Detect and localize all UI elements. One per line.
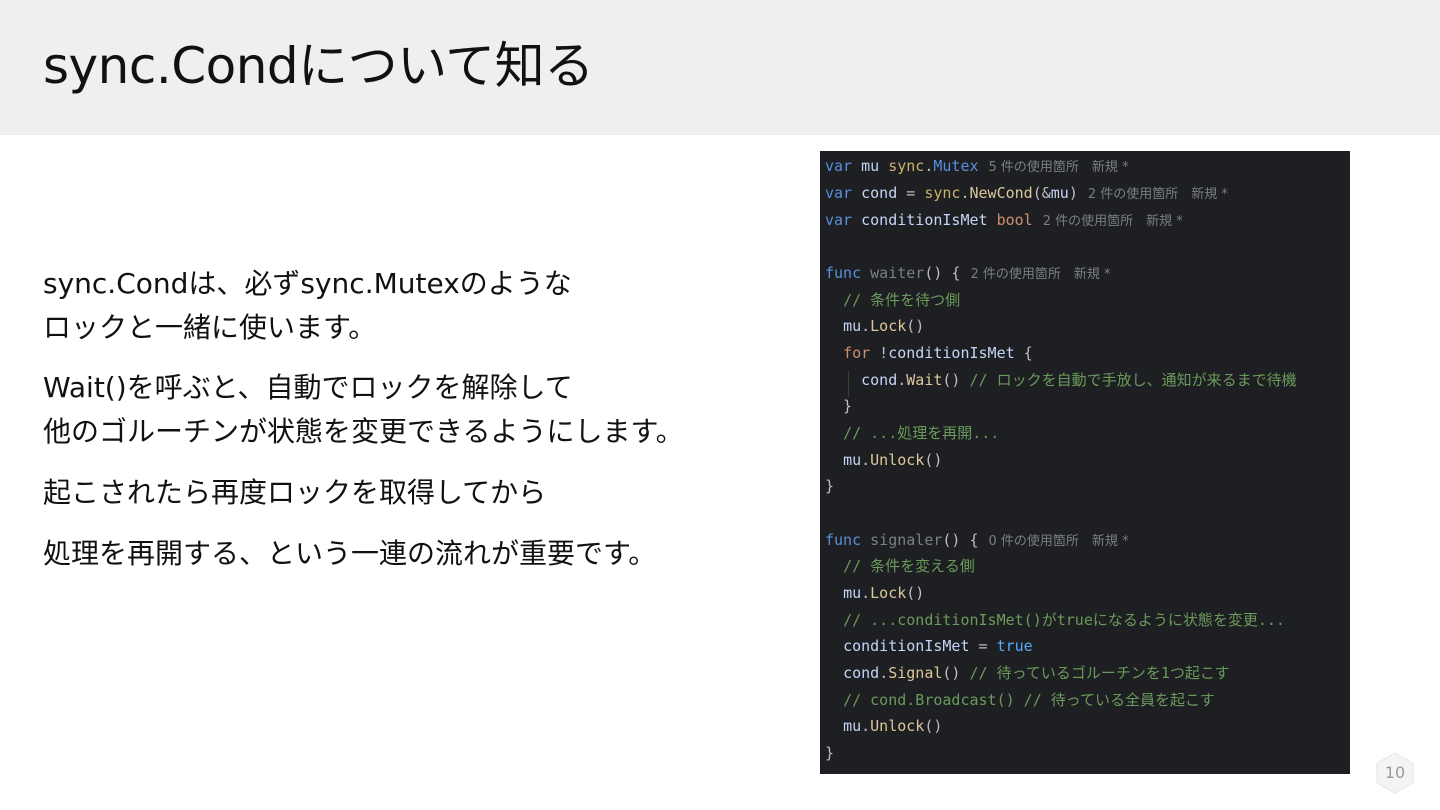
code-line: func signaler() {0 件の使用箇所 新規 * [825,531,1129,549]
code-line: var cond = sync.NewCond(&mu) 2 件の使用箇所 新規 … [825,184,1228,202]
code-line: // ...処理を再開... [825,420,999,446]
slide-header: sync.Condについて知る [0,0,1440,135]
code-comment: // ...処理を再開... [843,424,1000,442]
code-line: mu.Lock() [843,584,925,602]
code-comment: // 待っているゴルーチンを1つ起こす [969,664,1230,682]
code-line: } [825,744,835,762]
usage-hint: 2 件の使用箇所 新規 * [1042,214,1183,229]
page-number-badge: 10 [1376,752,1414,794]
code-line: // cond.Broadcast() // 待っている全員を起こす [825,687,1215,713]
body-line: sync.Condは、必ずsync.Mutexのような [43,267,572,300]
body-paragraph-4: 処理を再開する、という一連の流れが重要です。 [43,537,657,570]
code-comment: // 条件を変える側 [843,557,975,575]
body-line: Wait()を呼ぶと、自動でロックを解除して [43,371,573,404]
code-line: var conditionIsMet bool 2 件の使用箇所 新規 * [825,211,1183,229]
code-line: cond.Signal() // 待っているゴルーチンを1つ起こす [843,664,1230,682]
code-line: var mu sync.Mutex 5 件の使用箇所 新規 * [825,157,1129,175]
usage-hint: 2 件の使用箇所 新規 * [970,267,1111,282]
code-line: } [825,397,853,415]
code-line: // 条件を変える側 [825,553,975,579]
code-screenshot: var mu sync.Mutex 5 件の使用箇所 新規 * var cond … [820,151,1350,774]
code-line: for !conditionIsMet { [843,344,1033,362]
code-line: mu.Lock() [843,317,925,335]
body-paragraph-3: 起こされたら再度ロックを取得してから [43,476,547,509]
code-line: mu.Unlock() [843,451,943,469]
usage-hint: 2 件の使用箇所 新規 * [1087,187,1228,202]
code-comment: // ロックを自動で手放し、通知が来るまで待機 [969,371,1297,389]
code-line: mu.Unlock() [843,717,943,735]
body-paragraph-1: sync.Condは、必ずsync.Mutexのような ロックと一緒に使います。 [43,262,572,350]
body-paragraph-2: Wait()を呼ぶと、自動でロックを解除して 他のゴルーチンが状態を変更できるよ… [43,366,684,454]
code-comment: // ...conditionIsMet()がtrueになるように状態を変更..… [843,611,1285,629]
slide-title: sync.Condについて知る [43,37,594,95]
code-line: cond.Wait() // ロックを自動で手放し、通知が来るまで待機 [861,371,1297,389]
body-line: 他のゴルーチンが状態を変更できるようにします。 [43,415,684,448]
body-line: ロックと一緒に使います。 [43,311,377,344]
usage-hint: 5 件の使用箇所 新規 * [988,160,1129,175]
code-comment: // 条件を待つ側 [843,291,961,309]
page-number: 10 [1384,763,1406,782]
code-comment: // cond.Broadcast() // 待っている全員を起こす [843,691,1215,709]
code-line: conditionIsMet = true [843,637,1033,655]
code-line: // 条件を待つ側 [825,287,960,313]
code-line: } [825,477,835,495]
code-line: func waiter() {2 件の使用箇所 新規 * [825,264,1111,282]
usage-hint: 0 件の使用箇所 新規 * [988,534,1129,549]
code-line: // ...conditionIsMet()がtrueになるように状態を変更..… [825,607,1285,633]
